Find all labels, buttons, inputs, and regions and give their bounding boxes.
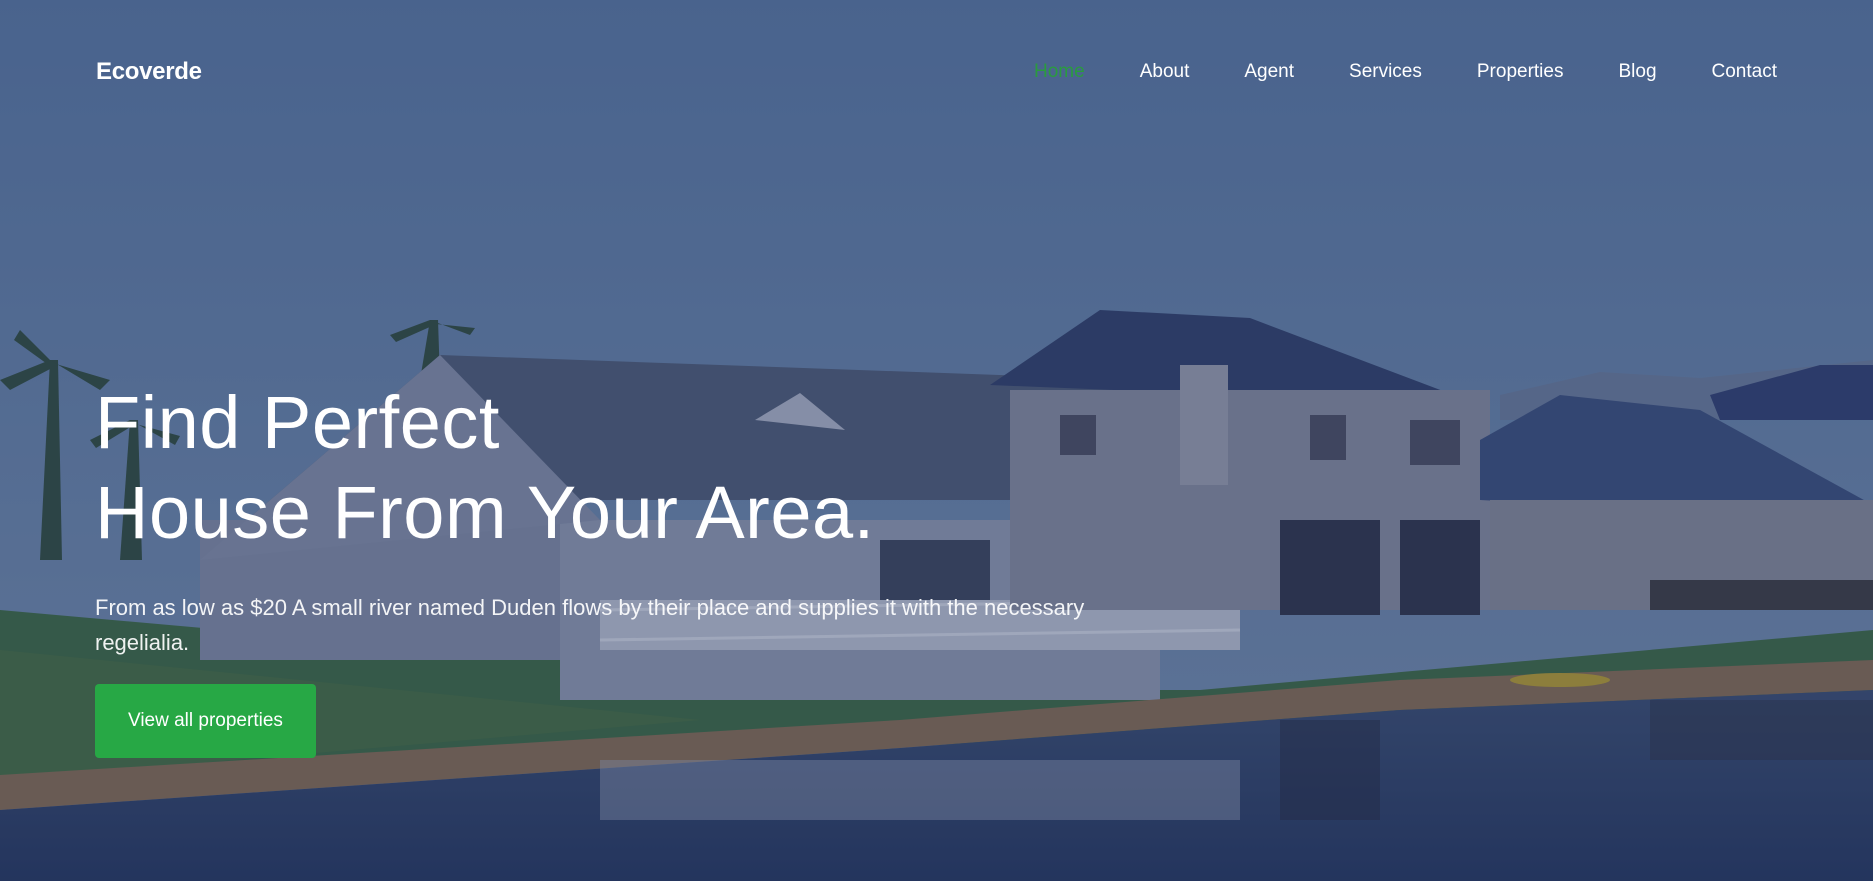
hero-title: Find Perfect House From Your Area. (95, 378, 1095, 558)
navbar: Ecoverde Home About Agent Services Prope… (96, 46, 1777, 98)
nav-link-about[interactable]: About (1140, 61, 1190, 82)
nav-link-agent[interactable]: Agent (1244, 61, 1294, 82)
nav-menu: Home About Agent Services Properties Blo… (979, 61, 1777, 83)
hero-title-line-2: House From Your Area. (95, 471, 875, 554)
nav-item-contact: Contact (1712, 61, 1777, 83)
nav-link-services[interactable]: Services (1349, 61, 1422, 82)
view-all-properties-button[interactable]: View all properties (95, 684, 316, 758)
hero-content: Find Perfect House From Your Area. From … (95, 378, 1095, 758)
nav-link-home[interactable]: Home (1034, 61, 1085, 82)
hero-subtitle: From as low as $20 A small river named D… (95, 595, 1085, 655)
nav-link-properties[interactable]: Properties (1477, 61, 1564, 82)
brand-logo[interactable]: Ecoverde (96, 58, 202, 86)
nav-item-blog: Blog (1618, 61, 1656, 83)
nav-item-services: Services (1349, 61, 1422, 83)
nav-item-about: About (1140, 61, 1190, 83)
nav-item-agent: Agent (1244, 61, 1294, 83)
nav-link-contact[interactable]: Contact (1712, 61, 1777, 82)
nav-link-blog[interactable]: Blog (1618, 61, 1656, 82)
hero-section: Ecoverde Home About Agent Services Prope… (0, 0, 1873, 881)
hero-title-line-1: Find Perfect (95, 381, 500, 464)
nav-item-home: Home (1034, 61, 1085, 83)
nav-item-properties: Properties (1477, 61, 1564, 83)
